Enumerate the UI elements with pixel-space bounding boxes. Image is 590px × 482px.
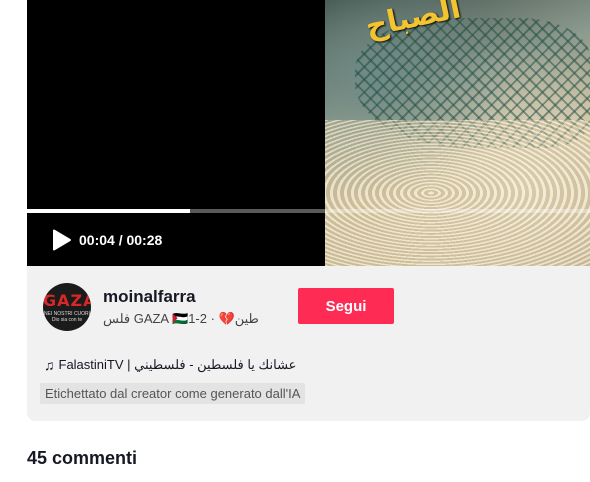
time-display: 00:04 / 00:28 [79,232,163,248]
avatar-subtext: NEI NOSTRI CUORI Dio sia con te [43,311,91,323]
ai-generated-badge: Etichettato dal creator come generato da… [40,383,306,404]
progress-fill [27,209,191,213]
avatar-text: GAZA [43,291,91,310]
music-note-icon: ♫ [44,357,55,373]
video-detail-page: الصباح 00:04 / 00:28 GAZA NEI NOSTRI CUO… [0,0,590,482]
video-info-card: GAZA NEI NOSTRI CUORI Dio sia con te moi… [27,266,590,421]
music-link[interactable]: ♫ FalastiniTV | عشانك يا فلسطين - فلسطين… [44,357,296,373]
comments-count: 45 commenti [27,448,138,468]
avatar[interactable]: GAZA NEI NOSTRI CUORI Dio sia con te [43,283,91,331]
follow-button[interactable]: Segui [298,288,394,324]
video-frame: الصباح [325,0,590,266]
fish-pile [325,120,590,266]
creator-username[interactable]: moinalfarra [103,287,196,307]
creator-meta: فلس GAZA 🇵🇸طين💔 · 2-1 [103,311,259,326]
progress-bar[interactable] [27,209,590,213]
music-label: FalastiniTV | عشانك يا فلسطين - فلسطيني [58,357,297,372]
play-icon [53,229,71,251]
video-player[interactable]: الصباح 00:04 / 00:28 [27,0,590,266]
play-button[interactable] [52,229,72,251]
